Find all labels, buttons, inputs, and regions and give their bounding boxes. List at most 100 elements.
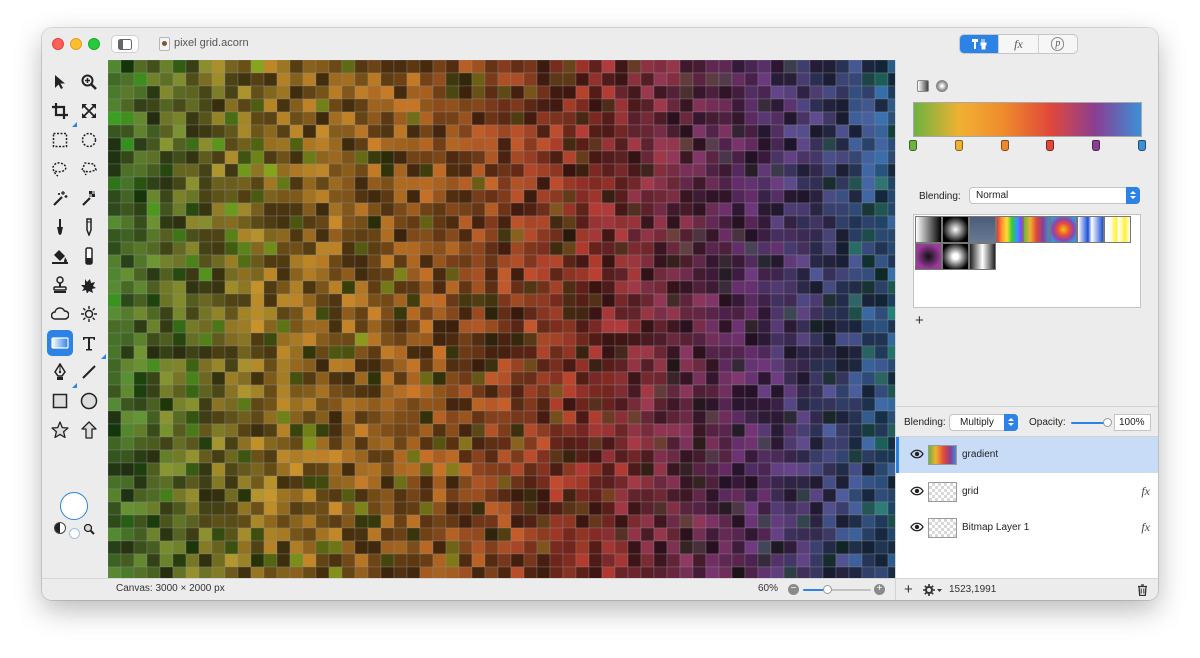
- opacity-field[interactable]: 100%: [1114, 414, 1151, 431]
- cursor-coordinates: 1523,1991: [949, 584, 997, 595]
- submenu-indicator-icon: [101, 354, 106, 359]
- preset-metal[interactable]: [969, 243, 996, 270]
- gradient-editor-bar[interactable]: [913, 102, 1142, 137]
- gradient-stop-3[interactable]: [1000, 140, 1009, 151]
- dodge-tool[interactable]: [76, 301, 102, 327]
- gradient-tool[interactable]: [47, 330, 73, 356]
- instant-alpha-tool[interactable]: [76, 185, 102, 211]
- gradient-presets: [913, 214, 1141, 308]
- default-colors-icon[interactable]: [54, 522, 66, 534]
- gradient-stop-2[interactable]: [954, 140, 963, 151]
- gradient-blending-value: Normal: [976, 190, 1009, 201]
- preset-current[interactable]: [1023, 216, 1050, 243]
- preset-yellow-stripes[interactable]: [1104, 216, 1131, 243]
- fx-icon[interactable]: fx: [1141, 484, 1150, 499]
- pencil-tool[interactable]: [76, 214, 102, 240]
- tools-icon: [972, 39, 987, 50]
- up-arrow-icon: [81, 421, 97, 439]
- expand-icon: [82, 104, 96, 118]
- layer-blending-value: Multiply: [960, 417, 994, 428]
- eye-icon[interactable]: [910, 522, 924, 532]
- arrow-shape-tool[interactable]: [76, 417, 102, 443]
- opacity-slider[interactable]: [1071, 418, 1112, 427]
- preset-spectrum[interactable]: [996, 216, 1023, 243]
- sidebar-toggle-button[interactable]: [111, 35, 139, 53]
- layer-thumbnail: [928, 518, 957, 538]
- close-button[interactable]: [52, 38, 64, 50]
- eraser-tool[interactable]: [76, 243, 102, 269]
- pencil-icon: [86, 218, 92, 236]
- stroke-color-well[interactable]: [69, 528, 80, 539]
- add-layer-button[interactable]: +: [904, 581, 913, 598]
- star-tool[interactable]: [47, 417, 73, 443]
- gradient-stop-5[interactable]: [1092, 140, 1101, 151]
- zoom-slider[interactable]: [803, 585, 871, 594]
- opacity-slider-thumb[interactable]: [1103, 418, 1112, 427]
- minimize-button[interactable]: [70, 38, 82, 50]
- preset-bw-radial[interactable]: [942, 216, 969, 243]
- rect-select-tool[interactable]: [47, 127, 73, 153]
- gradient-stop-1[interactable]: [909, 140, 917, 151]
- image-canvas[interactable]: [108, 60, 895, 578]
- eye-icon[interactable]: [910, 486, 924, 496]
- layer-row-bitmap-layer-1[interactable]: Bitmap Layer 1 fx: [896, 510, 1158, 546]
- linear-gradient-icon[interactable]: [917, 80, 929, 92]
- preset-slate[interactable]: [969, 216, 996, 243]
- layer-blending-select[interactable]: Multiply: [949, 414, 1018, 431]
- eye-icon[interactable]: [910, 449, 924, 459]
- star-icon: [51, 421, 69, 439]
- tab-tools[interactable]: [960, 35, 999, 53]
- magic-wand-tool[interactable]: [47, 185, 73, 211]
- burn-tool[interactable]: [47, 301, 73, 327]
- tab-p[interactable]: p: [1037, 35, 1077, 53]
- zoom-slider-thumb[interactable]: [823, 585, 833, 594]
- add-preset-button[interactable]: +: [915, 312, 924, 329]
- oval-select-tool[interactable]: [76, 127, 102, 153]
- fill-color-well[interactable]: [60, 492, 88, 520]
- lasso-tool[interactable]: [47, 156, 73, 182]
- zoom-out-button[interactable]: −: [788, 584, 799, 595]
- preset-glow[interactable]: [942, 243, 969, 270]
- magnifier-icon: [81, 74, 97, 90]
- brush-tool[interactable]: [47, 214, 73, 240]
- bezier-tool[interactable]: [47, 359, 77, 388]
- square-icon: [52, 393, 68, 409]
- paint-bucket-tool[interactable]: [47, 243, 73, 269]
- oval-tool[interactable]: [76, 388, 102, 414]
- pen-nib-icon: [54, 363, 66, 380]
- gradient-blending-select[interactable]: Normal: [969, 187, 1140, 204]
- dashed-circle-icon: [81, 132, 97, 148]
- trash-icon[interactable]: [1137, 584, 1148, 596]
- zoom-percentage[interactable]: 60%: [758, 583, 778, 594]
- preset-bw-linear[interactable]: [915, 216, 942, 243]
- transform-tool[interactable]: [76, 98, 102, 124]
- bucket-icon: [52, 250, 68, 264]
- tab-fx[interactable]: fx: [998, 35, 1037, 53]
- zoom-in-button[interactable]: +: [874, 584, 885, 595]
- circle-icon: [80, 392, 98, 410]
- zoom-window-button[interactable]: [88, 38, 100, 50]
- clone-tool[interactable]: [47, 272, 73, 298]
- line-icon: [82, 365, 96, 379]
- color-picker-magnifier-icon[interactable]: [83, 522, 95, 540]
- gradient-stop-6[interactable]: [1138, 140, 1146, 151]
- line-tool[interactable]: [76, 359, 102, 385]
- layer-row-gradient[interactable]: gradient: [896, 437, 1158, 473]
- rectangle-tool[interactable]: [47, 388, 73, 414]
- preset-blue-stripes[interactable]: [1077, 216, 1104, 243]
- layers-list: gradient grid fx Bitmap Layer 1 fx: [896, 436, 1158, 578]
- zoom-tool[interactable]: [76, 69, 102, 95]
- gradient-stop-4[interactable]: [1046, 140, 1055, 151]
- gear-menu-button[interactable]: [923, 583, 943, 600]
- poly-lasso-tool[interactable]: [76, 156, 102, 182]
- preset-purple-radial[interactable]: [915, 243, 942, 270]
- layer-blending-label: Blending:: [904, 417, 946, 428]
- crop-tool[interactable]: [47, 98, 77, 127]
- text-tool[interactable]: [76, 330, 106, 359]
- layer-row-grid[interactable]: grid fx: [896, 474, 1158, 510]
- move-tool[interactable]: [47, 69, 73, 95]
- preset-radial-spectrum[interactable]: [1050, 216, 1077, 243]
- fx-icon[interactable]: fx: [1141, 520, 1150, 535]
- radial-gradient-icon[interactable]: [936, 80, 948, 92]
- smudge-tool[interactable]: [76, 272, 102, 298]
